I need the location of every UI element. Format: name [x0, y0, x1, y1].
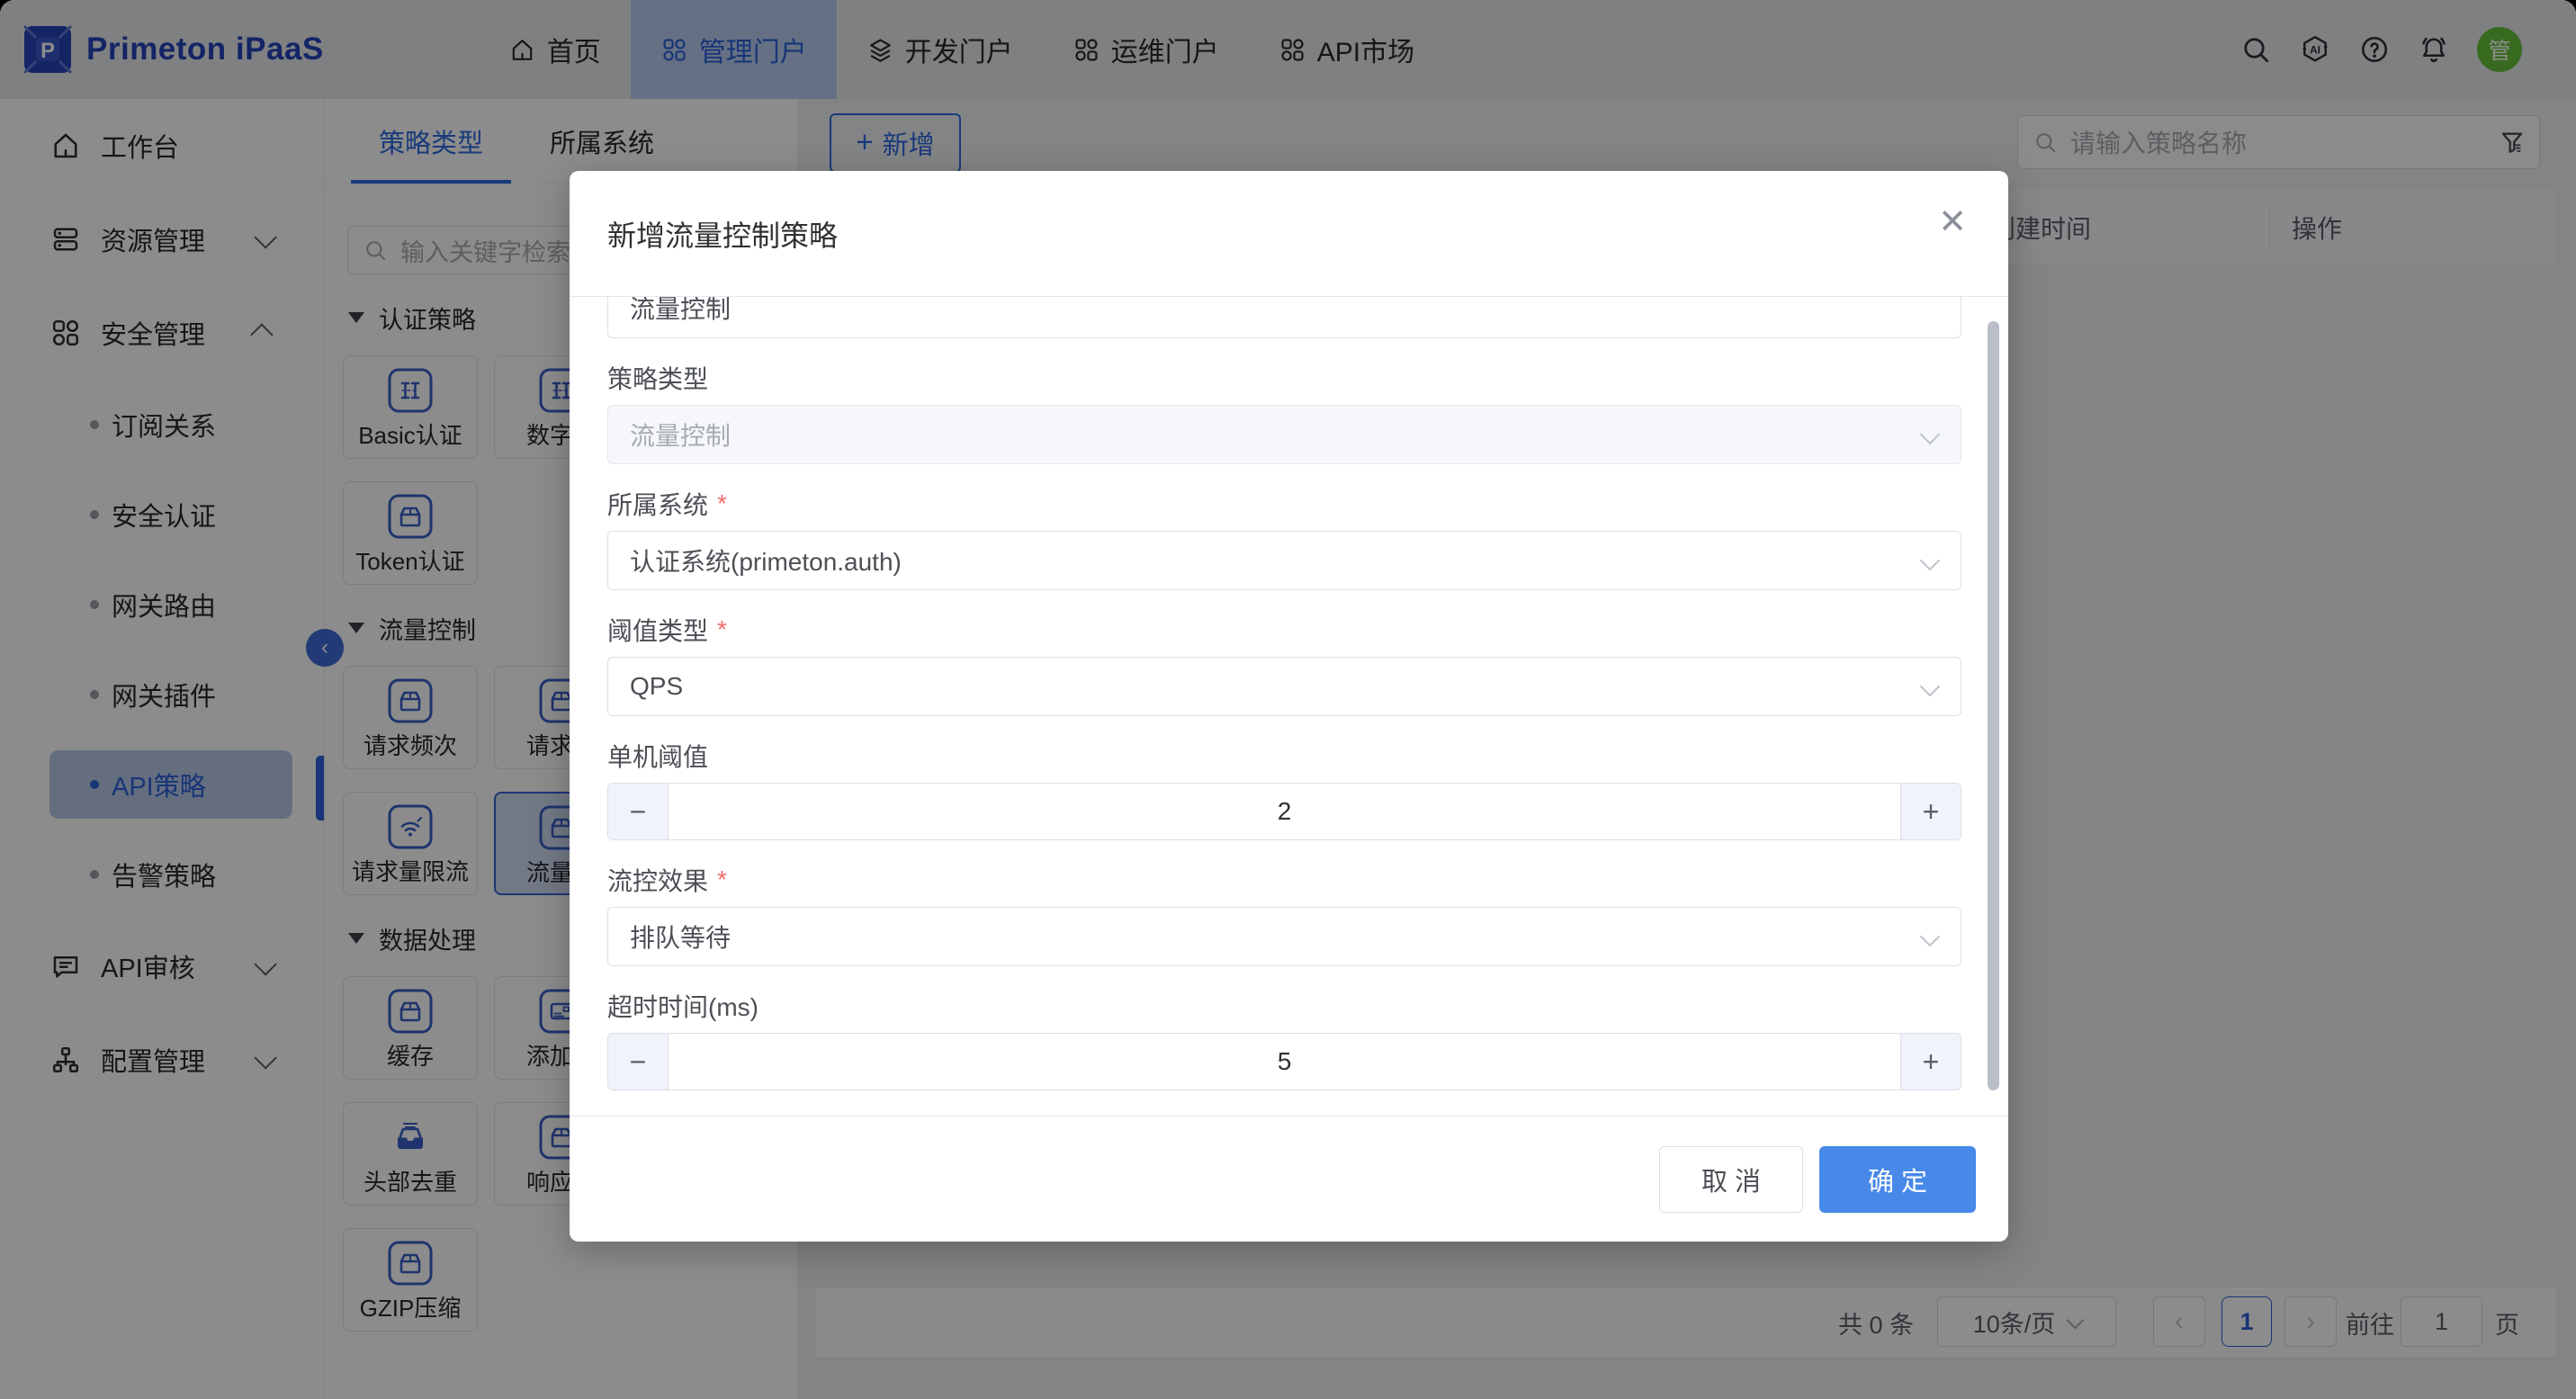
decrease-button[interactable]: −	[608, 784, 669, 839]
close-icon[interactable]: ✕	[1938, 205, 1967, 239]
system-label: 所属系统*	[607, 488, 1961, 520]
chevron-down-icon	[1920, 677, 1941, 697]
system-select[interactable]: 认证系统(primeton.auth)	[607, 531, 1961, 590]
dialog-title: 新增流量控制策略	[607, 213, 838, 255]
app-window: P Primeton iPaaS 首页管理门户开发门户运维门户API市场 AI管…	[0, 0, 2576, 1399]
effect-select[interactable]: 排队等待	[607, 907, 1961, 966]
dialog-footer: 取 消 确 定	[570, 1116, 2008, 1242]
threshold-type-label: 阈值类型*	[607, 614, 1961, 646]
decrease-button[interactable]: −	[608, 1034, 669, 1090]
timeout-stepper: − 5 +	[607, 1033, 1961, 1090]
dialog-scrollbar-thumb[interactable]	[1988, 321, 1999, 1090]
threshold-label: 单机阈值	[607, 740, 1961, 772]
increase-button[interactable]: +	[1900, 784, 1961, 839]
chevron-down-icon	[1920, 927, 1941, 947]
effect-value: 排队等待	[630, 919, 731, 955]
add-flow-control-policy-dialog: 新增流量控制策略 ✕ 流量控制 策略类型 流量控制 所属系统* 认证系统(pri…	[570, 171, 2008, 1242]
dialog-header: 新增流量控制策略 ✕	[570, 171, 2008, 297]
effect-label: 流控效果*	[607, 864, 1961, 896]
threshold-stepper: − 2 +	[607, 783, 1961, 840]
chevron-down-icon	[1920, 551, 1941, 571]
timeout-label: 超时时间(ms)	[607, 990, 1961, 1022]
required-asterisk: *	[717, 615, 727, 644]
increase-button[interactable]: +	[1900, 1034, 1961, 1090]
policy-type-label: 策略类型	[607, 362, 1961, 394]
threshold-value-input[interactable]: 2	[669, 784, 1900, 839]
policy-name-field[interactable]: 流量控制	[607, 297, 1961, 338]
chevron-down-icon	[1920, 425, 1941, 445]
confirm-button[interactable]: 确 定	[1819, 1146, 1976, 1213]
threshold-type-value: QPS	[630, 672, 683, 701]
dialog-body: 流量控制 策略类型 流量控制 所属系统* 认证系统(primeton.auth)…	[570, 297, 2008, 1116]
timeout-value-input[interactable]: 5	[669, 1034, 1900, 1090]
required-asterisk: *	[717, 865, 727, 894]
required-asterisk: *	[717, 489, 727, 518]
policy-type-select: 流量控制	[607, 405, 1961, 464]
threshold-type-select[interactable]: QPS	[607, 657, 1961, 716]
policy-type-value: 流量控制	[630, 417, 731, 453]
system-value: 认证系统(primeton.auth)	[630, 543, 902, 578]
cancel-button[interactable]: 取 消	[1659, 1146, 1803, 1213]
